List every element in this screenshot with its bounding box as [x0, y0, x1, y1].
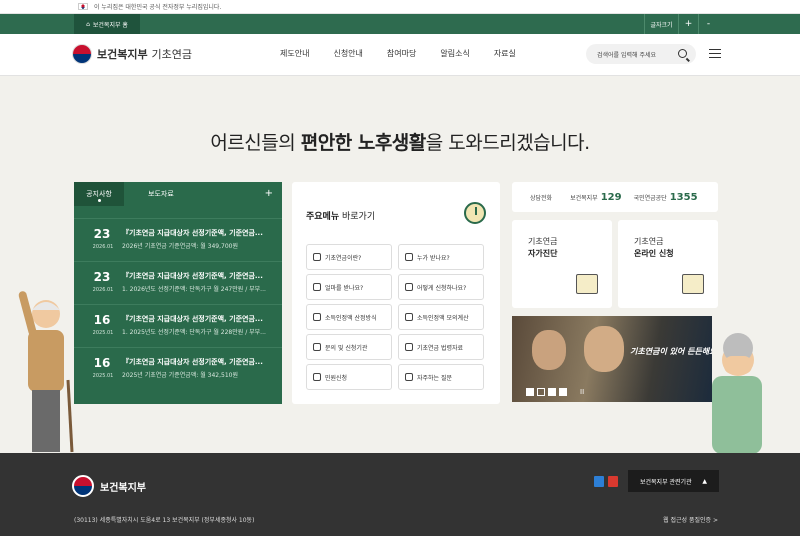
- search-input[interactable]: 검색어를 입력해 주세요: [586, 44, 696, 64]
- banner-photo-person: [584, 326, 624, 372]
- nps-phone[interactable]: 1355: [670, 192, 698, 203]
- pen-icon: [313, 373, 321, 381]
- main-nav: 제도안내 신청안내 참여마당 알림소식 자료실: [280, 48, 516, 59]
- notice-item[interactable]: 23 2026.01 『기초연금 지급대상자 선정기준액, 기준연금... 20…: [74, 218, 282, 259]
- site-header: 보건복지부 기초연금 제도안내 신청안내 참여마당 알림소식 자료실 검색어를 …: [0, 34, 800, 76]
- promo-banner[interactable]: 기초연금이 있어 든든해요! II: [512, 316, 712, 402]
- logo-org: 보건복지부: [97, 48, 148, 61]
- menu-what-is[interactable]: 기초연금이란?: [306, 244, 392, 270]
- quick-menu: 주요메뉴 바로가기 기초연금이란? 누가 받나요? 얼마를 받나요? 어떻게 신…: [292, 182, 500, 404]
- info-icon: [313, 253, 321, 261]
- menu-who-eligible[interactable]: 누가 받나요?: [398, 244, 484, 270]
- menu-civil-petition[interactable]: 민원신청: [306, 364, 392, 390]
- taegeuk-logo-icon: [72, 475, 94, 497]
- menu-inquiry-office[interactable]: 문의 및 신청기관: [306, 334, 392, 360]
- clock-icon: [464, 202, 486, 224]
- hero-headline: 어르신들의 편안한 노후생활을 도와드리겠습니다.: [210, 132, 590, 154]
- gov-banner: 이 누리집은 대한민국 공식 전자정부 누리집입니다.: [0, 0, 800, 14]
- document-icon: [405, 283, 413, 291]
- coin-icon: [313, 313, 321, 321]
- pause-icon[interactable]: II: [580, 388, 584, 396]
- gavel-icon: [405, 343, 413, 351]
- menu-income-method[interactable]: 소득인정액 산정방식: [306, 304, 392, 330]
- font-size-controls: 글자크기 + -: [644, 14, 718, 34]
- elderly-man-illustration: [14, 290, 78, 454]
- self-diagnosis-card[interactable]: 기초연금 자가진단: [512, 220, 612, 308]
- notice-board: 공지사항 보도자료 + 23 2026.01 『기초연금 지급대상자 선정기준액…: [74, 182, 282, 404]
- home-label: 보건복지부 홈: [92, 21, 128, 29]
- quick-menu-title: 주요메뉴 바로가기: [306, 212, 376, 222]
- nav-participation[interactable]: 참여마당: [387, 48, 416, 59]
- nav-news[interactable]: 알림소식: [440, 48, 469, 59]
- font-increase-button[interactable]: +: [678, 14, 698, 34]
- search-icon[interactable]: [678, 49, 687, 58]
- chevron-up-icon: ▲: [702, 477, 707, 485]
- banner-caption: 기초연금이 있어 든든해요!: [630, 347, 712, 356]
- menu-how-apply[interactable]: 어떻게 신청하나요?: [398, 274, 484, 300]
- menu-icon[interactable]: [709, 49, 721, 58]
- footer-logo: 보건복지부: [72, 475, 146, 497]
- banner-pagination: II: [526, 388, 584, 396]
- menu-faq[interactable]: 자주하는 질문: [398, 364, 484, 390]
- banner-dot[interactable]: [526, 388, 534, 396]
- hwp-file-icon[interactable]: [594, 476, 604, 487]
- nav-application-guide[interactable]: 신청안내: [333, 48, 362, 59]
- footer-sns: [594, 476, 618, 487]
- mohw-phone[interactable]: 129: [601, 192, 622, 203]
- notice-item[interactable]: 23 2026.01 『기초연금 지급대상자 선정기준액, 기준연금... 1.…: [74, 261, 282, 302]
- logo-service: 기초연금: [151, 48, 192, 61]
- site-logo[interactable]: 보건복지부 기초연금: [72, 44, 192, 64]
- notice-item[interactable]: 16 2025.01 『기초연금 지급대상자 선정기준액, 기준연금... 20…: [74, 347, 282, 388]
- footer-address: (30113) 세종특별자치시 도움4로 13 보건복지부 (정부세종청사 10…: [74, 517, 255, 524]
- checklist-icon: [576, 274, 598, 294]
- computer-icon: [682, 274, 704, 294]
- menu-income-simulation[interactable]: 소득인정액 모의계산: [398, 304, 484, 330]
- gov-banner-text: 이 누리집은 대한민국 공식 전자정부 누리집입니다.: [94, 4, 222, 11]
- tab-press[interactable]: 보도자료: [148, 189, 174, 199]
- home-icon: ⌂: [86, 20, 90, 28]
- banner-photo-person: [532, 330, 566, 370]
- notice-item[interactable]: 16 2025.01 『기초연금 지급대상자 선정기준액, 기준연금... 1.…: [74, 304, 282, 345]
- site-footer: 보건복지부 보건복지부 관련기관 ▲ (30113) 세종특별자치시 도움4로 …: [0, 453, 800, 536]
- online-apply-card[interactable]: 기초연금 온라인 신청: [618, 220, 718, 308]
- utility-bar: ⌂ 보건복지부 홈 글자크기 + -: [0, 14, 800, 34]
- nav-system-guide[interactable]: 제도안내: [280, 48, 309, 59]
- banner-dot[interactable]: [548, 388, 556, 396]
- taegeuk-logo-icon: [72, 44, 92, 64]
- banner-dot[interactable]: [559, 388, 567, 396]
- font-size-label: 글자크기: [644, 14, 678, 34]
- font-decrease-button[interactable]: -: [698, 14, 718, 34]
- person-icon: [405, 253, 413, 261]
- tab-notice[interactable]: 공지사항: [74, 182, 124, 206]
- calculator-icon: [313, 283, 321, 291]
- banner-dot[interactable]: [537, 388, 545, 396]
- chat-icon: [405, 373, 413, 381]
- contact-phone-box: 상담전화 보건복지부 129 국민연금공단 1355: [512, 182, 718, 212]
- menu-law-docs[interactable]: 기초연금 법령자료: [398, 334, 484, 360]
- mohw-home-link[interactable]: ⌂ 보건복지부 홈: [74, 14, 140, 34]
- related-sites-select[interactable]: 보건복지부 관련기관 ▲: [628, 470, 719, 492]
- elderly-woman-illustration: [702, 320, 774, 454]
- building-icon: [313, 343, 321, 351]
- search-placeholder: 검색어를 입력해 주세요: [597, 51, 657, 59]
- accessibility-mark-link[interactable]: 웹 접근성 품질인증 >: [663, 515, 718, 524]
- korea-flag-icon: [78, 3, 88, 10]
- money-bag-icon: [405, 313, 413, 321]
- pdf-file-icon[interactable]: [608, 476, 618, 487]
- notice-more-button[interactable]: +: [265, 188, 273, 199]
- nav-resources[interactable]: 자료실: [494, 48, 516, 59]
- menu-how-much[interactable]: 얼마를 받나요?: [306, 274, 392, 300]
